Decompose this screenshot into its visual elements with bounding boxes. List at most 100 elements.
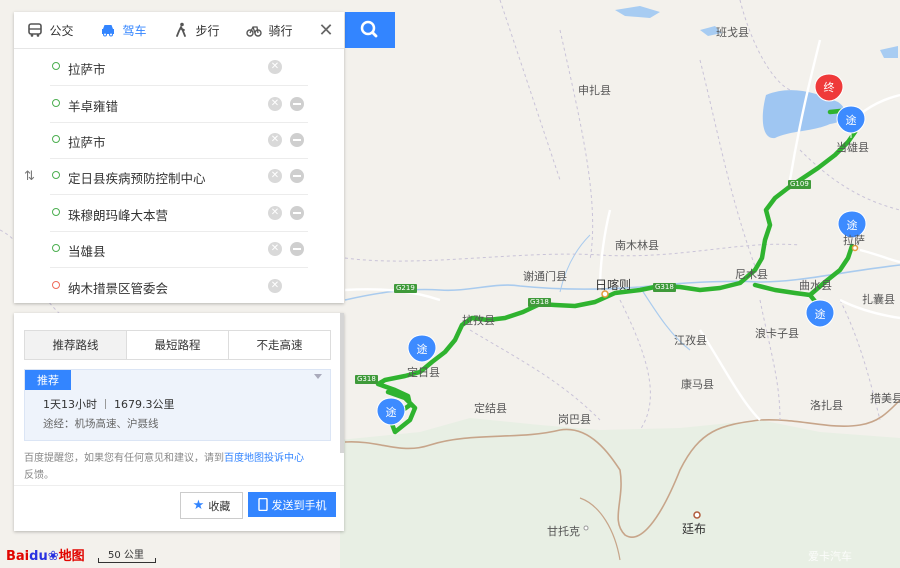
- remove-waypoint-icon[interactable]: [290, 206, 304, 220]
- clear-icon[interactable]: ✕: [268, 206, 282, 220]
- remove-waypoint-icon[interactable]: [290, 133, 304, 147]
- expand-caret-icon[interactable]: [314, 374, 322, 379]
- clear-icon[interactable]: ✕: [268, 97, 282, 111]
- road-tag: G109: [788, 180, 811, 189]
- place-label: 江孜县: [674, 334, 707, 347]
- plan-summary: 1天13小时 1679.3公里: [43, 396, 175, 412]
- place-label: 措美县: [870, 392, 900, 405]
- tab-bus[interactable]: 公交: [14, 12, 87, 48]
- waypoint-text[interactable]: 珠穆朗玛峰大本营: [68, 205, 168, 224]
- plan-via: 途经：机场高速、沪聂线: [43, 418, 159, 430]
- tab-bus-label: 公交: [49, 23, 74, 38]
- place-label: 浪卡子县: [755, 327, 799, 340]
- send-label: 发送到手机: [271, 498, 327, 512]
- clear-icon[interactable]: ✕: [268, 169, 282, 183]
- clear-icon[interactable]: ✕: [268, 133, 282, 147]
- place-label: 拉萨: [843, 234, 865, 247]
- baidu-map-logo: Baidu❀地图: [6, 545, 85, 564]
- waypoint-text[interactable]: 当雄县: [68, 241, 106, 260]
- search-button[interactable]: [345, 12, 395, 48]
- bus-icon: [28, 23, 43, 37]
- waypoint-dot-icon: [52, 171, 60, 179]
- logo-text-c: 地图: [58, 549, 85, 564]
- place-label: 南木林县: [615, 239, 659, 252]
- via-pin-label: 途: [386, 405, 397, 419]
- via-pin[interactable]: 途: [376, 397, 406, 426]
- tab-shortest[interactable]: 最短路程: [127, 331, 229, 359]
- waypoint-dot-icon: [52, 99, 60, 107]
- feedback-note: 百度提醒您，如果您有任何意见和建议，请到百度地图投诉中心 反馈。: [24, 450, 332, 484]
- waypoint-row[interactable]: 定日县疾病预防控制中心 ✕: [50, 158, 308, 195]
- swap-icon[interactable]: ⇅: [24, 169, 35, 184]
- complaint-center-link[interactable]: 百度地图投诉中心: [224, 453, 304, 464]
- tab-no-highway[interactable]: 不走高速: [229, 331, 330, 359]
- logo-text-b: du: [29, 549, 48, 564]
- road-tag: G318: [528, 298, 551, 307]
- waypoint-text[interactable]: 拉萨市: [68, 59, 106, 78]
- tab-recommended[interactable]: 推荐路线: [25, 331, 127, 359]
- place-label: 拉孜县: [462, 314, 495, 327]
- via-pin-label: 途: [815, 307, 826, 321]
- place-label: 康马县: [681, 378, 714, 391]
- place-label: 曲水县: [799, 279, 832, 292]
- place-label: 当雄县: [836, 141, 869, 154]
- tab-walk[interactable]: 步行: [160, 12, 233, 48]
- waypoint-row[interactable]: 纳木措景区管委会 ✕: [50, 268, 308, 304]
- end-pin[interactable]: 终: [814, 73, 844, 102]
- waypoint-row[interactable]: 拉萨市 ✕: [50, 122, 308, 159]
- remove-waypoint-icon[interactable]: [290, 169, 304, 183]
- waypoint-row[interactable]: 羊卓雍错 ✕: [50, 86, 308, 123]
- place-label: 尼木县: [735, 268, 768, 281]
- scrollbar[interactable]: [340, 313, 344, 453]
- separator: [105, 399, 106, 409]
- walk-icon: [176, 22, 187, 37]
- logo-text-a: Bai: [6, 549, 30, 564]
- close-icon[interactable]: ✕: [314, 20, 338, 42]
- waypoint-row[interactable]: 拉萨市 ✕: [50, 49, 308, 86]
- waypoint-row[interactable]: 当雄县 ✕: [50, 231, 308, 268]
- end-dot-icon: [52, 281, 60, 289]
- waypoint-row[interactable]: 珠穆朗玛峰大本营 ✕: [50, 195, 308, 232]
- gangtok-dot: [583, 525, 589, 531]
- waypoint-text[interactable]: 羊卓雍错: [68, 96, 118, 115]
- route-plan-card[interactable]: 推荐 1天13小时 1679.3公里 途经：机场高速、沪聂线: [24, 369, 331, 441]
- clear-icon[interactable]: ✕: [268, 60, 282, 74]
- plan-duration: 1天13小时: [43, 398, 97, 411]
- tab-drive[interactable]: 驾车: [87, 12, 160, 48]
- divider: [14, 485, 344, 486]
- via-pin[interactable]: 途: [407, 334, 437, 363]
- waypoint-text[interactable]: 拉萨市: [68, 132, 106, 151]
- place-label: 班戈县: [716, 26, 749, 39]
- place-label: 谢通门县: [523, 270, 567, 283]
- plan-badge: 推荐: [25, 370, 71, 390]
- road-tag: G318: [653, 283, 676, 292]
- place-label: 廷布: [682, 522, 707, 536]
- route-option-tabs: 推荐路线 最短路程 不走高速: [24, 330, 331, 360]
- remove-waypoint-icon[interactable]: [290, 242, 304, 256]
- favorite-button[interactable]: ★ 收藏: [180, 492, 243, 519]
- tab-walk-label: 步行: [195, 23, 220, 38]
- waypoint-dot-icon: [52, 208, 60, 216]
- remove-waypoint-icon[interactable]: [290, 97, 304, 111]
- place-label: 日喀则: [595, 278, 632, 292]
- phone-icon: [257, 498, 268, 511]
- via-pin-label: 途: [847, 218, 858, 232]
- route-panel: 公交 驾车 步行 骑行 ✕ ⇅ 拉萨市 ✕ 羊卓雍错 ✕ 拉萨市 ✕ 定日县疾病…: [14, 12, 344, 303]
- favorite-label: 收藏: [208, 499, 231, 513]
- road-tag: G318: [355, 375, 378, 384]
- star-icon: ★: [192, 498, 205, 513]
- waypoint-text[interactable]: 定日县疾病预防控制中心: [68, 168, 206, 187]
- via-pin[interactable]: 途: [805, 299, 835, 328]
- travel-mode-tabs: 公交 驾车 步行 骑行: [14, 12, 344, 49]
- clear-icon[interactable]: ✕: [268, 279, 282, 293]
- tab-bike[interactable]: 骑行: [233, 12, 306, 48]
- waypoint-dot-icon: [52, 135, 60, 143]
- plan-distance: 1679.3公里: [114, 398, 175, 411]
- waypoint-text[interactable]: 纳木措景区管委会: [68, 278, 168, 297]
- tab-bike-label: 骑行: [268, 23, 293, 38]
- via-pin-label: 途: [846, 113, 857, 127]
- clear-icon[interactable]: ✕: [268, 242, 282, 256]
- search-icon: [360, 20, 378, 38]
- note-text: 百度提醒您，如果您有任何意见和建议，请到: [24, 453, 224, 464]
- send-to-phone-button[interactable]: 发送到手机: [248, 492, 336, 517]
